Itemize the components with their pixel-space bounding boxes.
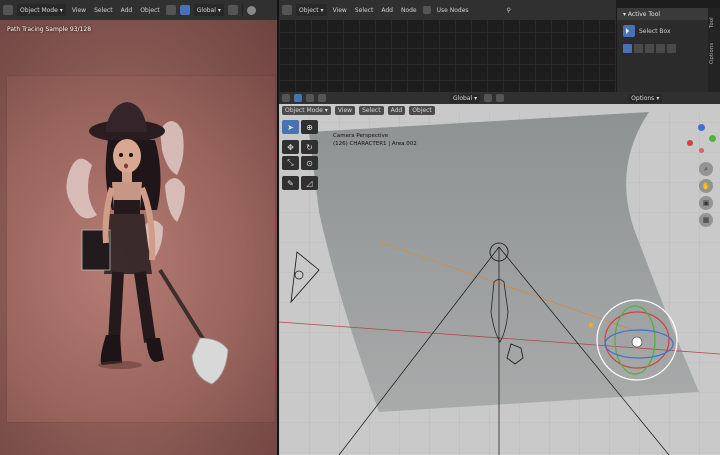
mode-extend-icon[interactable] (306, 94, 314, 102)
active-object-label: (126) CHARACTER1 | Area.002 (333, 141, 417, 147)
mode-invert-icon[interactable] (656, 44, 665, 53)
character-top (114, 200, 140, 214)
scale-tool-icon[interactable]: ⤡ (282, 156, 299, 170)
node-menu-select[interactable]: Select (353, 7, 376, 14)
render-editor-header: Object Mode ▾ View Select Add Object Glo… (0, 0, 277, 20)
pan-icon[interactable]: ✋ (699, 179, 713, 193)
perspective-toggle-icon[interactable]: ▦ (699, 213, 713, 227)
menu-view[interactable]: View (70, 7, 88, 14)
node-menu-add[interactable]: Add (379, 7, 395, 14)
shading-circle-icon[interactable] (246, 5, 256, 15)
snap-icon[interactable] (484, 94, 493, 102)
transform-pivot-icon[interactable] (165, 5, 176, 15)
rendered-character-illustration (66, 102, 229, 385)
tab-options[interactable]: Options (709, 38, 719, 68)
viewport-mode-dropdown[interactable]: Object Mode ▾ (282, 105, 331, 115)
orientation-label: Global (453, 94, 473, 102)
neg-x-axis-icon[interactable] (699, 148, 704, 153)
perspective-label: Camera Perspective (333, 133, 389, 139)
pin-icon[interactable]: ⚲ (505, 7, 513, 14)
navigation-gizmo[interactable] (685, 122, 717, 156)
navigation-buttons: ⌕ ✋ ▣ ▦ (699, 162, 717, 230)
render-view[interactable]: Path Tracing Sample 93/128 (0, 20, 277, 455)
select-box-label: Select Box (639, 27, 671, 35)
editor-type-icon[interactable] (3, 5, 13, 15)
boot-left (100, 335, 122, 365)
shading-solid-icon[interactable] (179, 5, 190, 15)
tab-tool[interactable]: Tool (709, 12, 719, 34)
orientation-dropdown[interactable]: Global ▾ (193, 4, 224, 16)
active-tool-panel: ▾ Active Tool Select Box (616, 8, 708, 92)
proportional-edit-icon[interactable] (496, 94, 505, 102)
camera-view-icon[interactable]: ▣ (699, 196, 713, 210)
viewport-subheader: Object Mode ▾ View Select Add Object (279, 104, 439, 116)
viewport-header: Global ▾ Options ▾ (279, 92, 720, 104)
use-nodes-checkbox[interactable] (422, 6, 431, 14)
move-tool-icon[interactable]: ✥ (282, 140, 299, 154)
vp-menu-view[interactable]: View (334, 105, 356, 115)
cursor-tool-icon[interactable]: ⊕ (301, 120, 318, 134)
vp-menu-add[interactable]: Add (387, 105, 406, 115)
snap-icon[interactable] (227, 5, 238, 15)
vp-menu-select[interactable]: Select (359, 105, 384, 115)
mode-subtract-icon[interactable] (645, 44, 654, 53)
use-nodes-label: Use Nodes (436, 6, 469, 14)
node-editor-header: Object ▾ View Select Add Node Use Nodes … (279, 0, 616, 20)
annotate-tool-icon[interactable]: ✎ (282, 176, 299, 190)
editor-type-icon[interactable] (282, 5, 292, 15)
mode-label: Object Mode (20, 6, 58, 14)
character-leg-left (108, 271, 124, 343)
active-tool-title-label: Active Tool (627, 11, 661, 18)
menu-select[interactable]: Select (92, 7, 115, 14)
divider (241, 4, 243, 16)
z-axis-icon[interactable] (698, 124, 705, 131)
menu-add[interactable]: Add (119, 7, 135, 14)
select-box-row[interactable]: Select Box (617, 20, 708, 42)
menu-object[interactable]: Object (138, 7, 162, 14)
mode-new-icon[interactable] (623, 44, 632, 53)
rotate-tool-icon[interactable]: ↻ (301, 140, 318, 154)
node-menu-view[interactable]: View (331, 7, 349, 14)
editor-type-icon[interactable] (282, 94, 290, 102)
object-dropdown[interactable]: Object ▾ (296, 4, 327, 16)
sidebar-tabs: Tool Options (708, 8, 720, 92)
x-axis-icon[interactable] (687, 140, 693, 146)
character-skirt (104, 214, 152, 274)
node-menu-node[interactable]: Node (399, 7, 419, 14)
mode-subtract-icon[interactable] (318, 94, 326, 102)
select-tool-icon[interactable]: ➤ (282, 120, 299, 134)
orientation-dropdown[interactable]: Global ▾ (450, 93, 481, 103)
shovel-blade (191, 337, 229, 385)
select-mode-icon[interactable] (294, 94, 302, 102)
boot-right (146, 338, 164, 362)
character-leg-right (134, 271, 156, 343)
viewport-mode-label: Object Mode (285, 106, 323, 114)
options-dropdown[interactable]: Options ▾ (628, 93, 663, 103)
mode-intersect-icon[interactable] (667, 44, 676, 53)
transform-tool-icon[interactable]: ⊙ (301, 156, 318, 170)
object-label: Object (299, 6, 319, 14)
options-label: Options (631, 94, 655, 102)
mode-extend-icon[interactable] (634, 44, 643, 53)
select-box-icon[interactable] (623, 25, 635, 37)
active-tool-title[interactable]: ▾ Active Tool (617, 8, 708, 20)
y-axis-icon[interactable] (709, 135, 716, 142)
selection-mode-row (617, 42, 708, 55)
render-editor[interactable]: Object Mode ▾ View Select Add Object Glo… (0, 0, 277, 455)
zoom-icon[interactable]: ⌕ (699, 162, 713, 176)
vp-menu-object[interactable]: Object (409, 105, 435, 115)
measure-tool-icon[interactable]: ◿ (301, 176, 318, 190)
orientation-label: Global (196, 6, 216, 14)
3d-viewport[interactable]: ➤ ⊕ ✥ ↻ ⤡ ⊙ ✎ ◿ Camera Perspective (126)… (279, 92, 720, 455)
tool-shelf: ➤ ⊕ ✥ ↻ ⤡ ⊙ ✎ ◿ (282, 120, 320, 192)
character-neck (122, 172, 132, 182)
mode-dropdown[interactable]: Object Mode ▾ (17, 4, 66, 16)
viewport-overlay-info: Camera Perspective (126) CHARACTER1 | Ar… (333, 132, 417, 148)
witch-hat-crown (105, 102, 147, 132)
